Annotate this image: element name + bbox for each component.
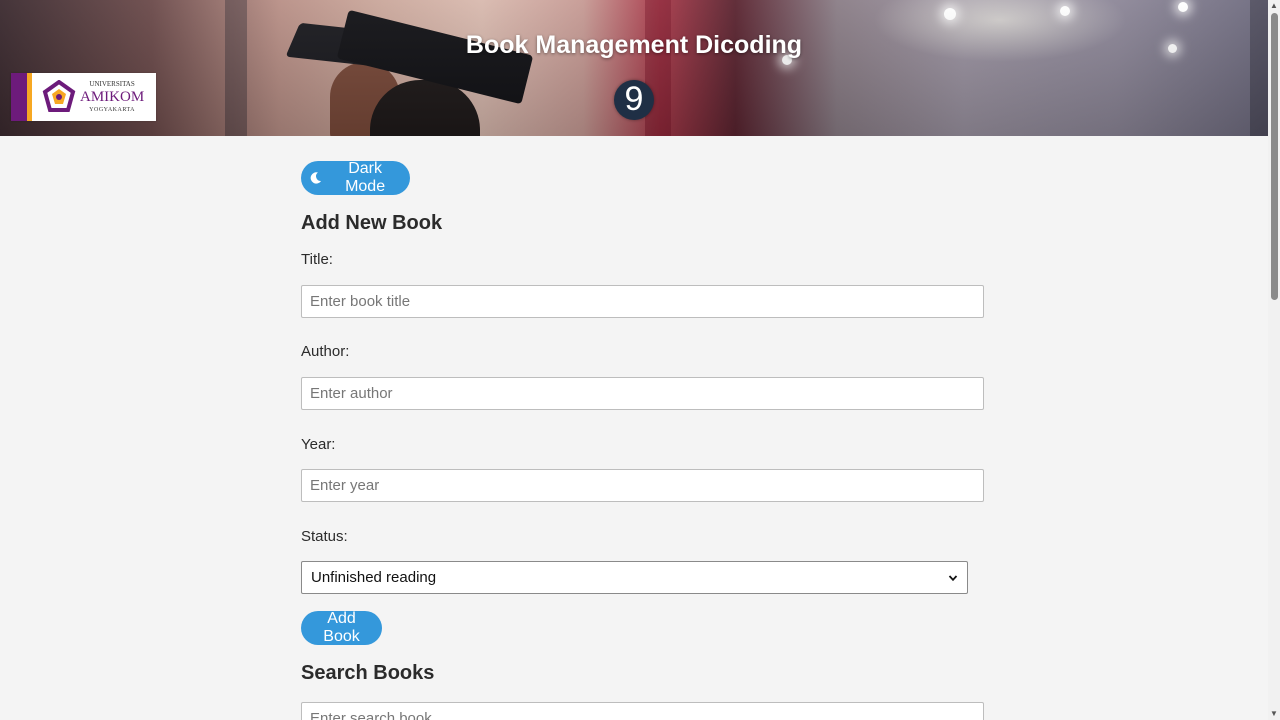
logo-stripe-purple [11, 73, 27, 121]
logo-text: UNIVERSITAS AMIKOM YOGYAKARTA [80, 80, 145, 114]
year-label: Year: [301, 436, 336, 453]
scroll-down-arrow-icon[interactable]: ▼ [1270, 710, 1278, 718]
status-label: Status: [301, 528, 348, 545]
title-label: Title: [301, 251, 333, 268]
author-label: Author: [301, 343, 350, 360]
scrollbar-thumb[interactable] [1271, 13, 1278, 300]
status-selected-value: Unfinished reading [311, 569, 437, 586]
dark-mode-label: Dark Mode [345, 160, 386, 195]
status-select[interactable]: Unfinished reading [301, 561, 968, 594]
title-badge: 9 [614, 80, 654, 120]
search-books-heading: Search Books [301, 662, 435, 684]
moon-icon [310, 172, 322, 184]
logo-line-3: YOGYAKARTA [89, 107, 135, 113]
university-logo: UNIVERSITAS AMIKOM YOGYAKARTA [11, 73, 156, 121]
main-content: Dark Mode Add New Book Title: Author: Ye… [301, 160, 985, 720]
logo-line-1: UNIVERSITAS [89, 80, 135, 88]
scroll-up-arrow-icon[interactable]: ▲ [1270, 2, 1278, 10]
author-input[interactable] [301, 377, 984, 410]
chevron-down-icon [948, 574, 958, 581]
logo-line-2: AMIKOM [80, 89, 145, 105]
logo-stripe-orange [27, 73, 32, 121]
page-scrollbar[interactable]: ▲ ▼ [1268, 0, 1280, 720]
title-input[interactable] [301, 285, 984, 318]
page: UNIVERSITAS AMIKOM YOGYAKARTA Book Manag… [0, 0, 1268, 720]
add-book-button[interactable]: Add Book [301, 610, 382, 645]
add-book-heading: Add New Book [301, 212, 443, 234]
year-input[interactable] [301, 469, 984, 502]
add-book-label: Add Book [323, 610, 360, 645]
page-title: Book Management Dicoding [465, 31, 803, 59]
header-banner: UNIVERSITAS AMIKOM YOGYAKARTA Book Manag… [0, 0, 1268, 136]
amikom-emblem-icon [42, 80, 76, 112]
search-input[interactable] [301, 702, 984, 720]
dark-mode-button[interactable]: Dark Mode [301, 160, 410, 195]
